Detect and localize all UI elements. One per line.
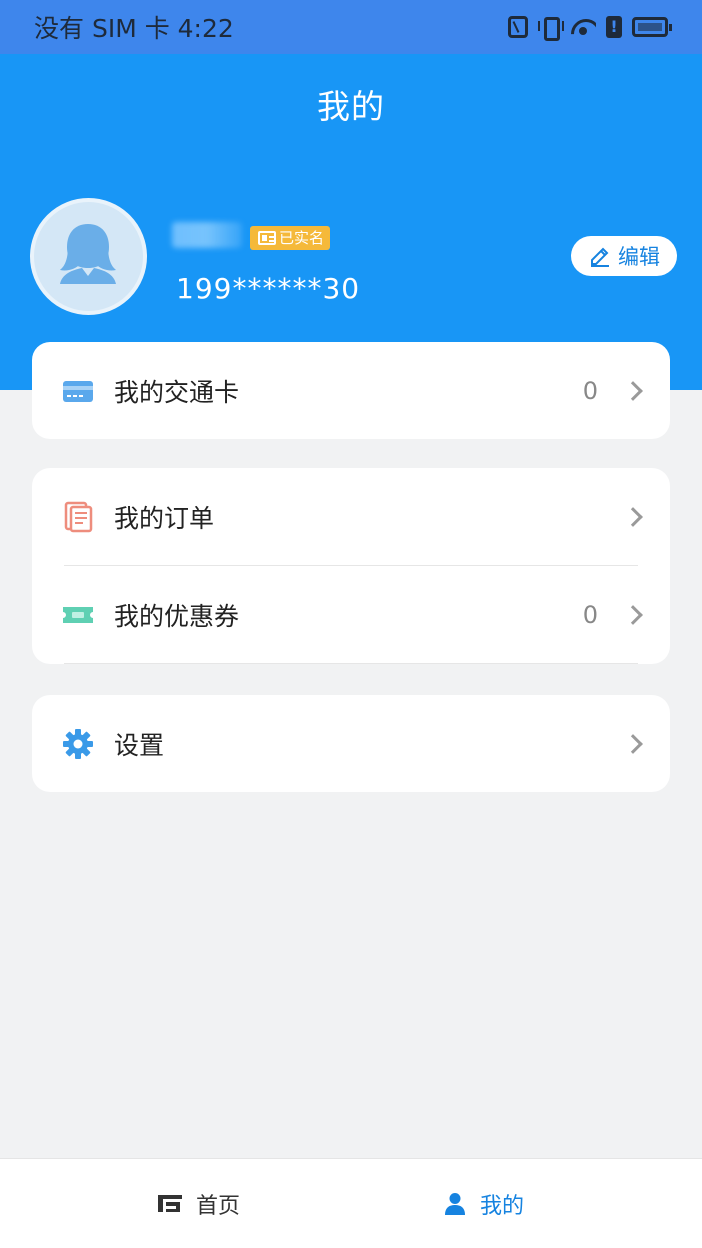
chevron-right-icon [623,380,643,401]
tab-home[interactable]: 首页 [158,1159,240,1248]
id-card-icon [258,231,276,245]
avatar[interactable] [30,198,147,315]
menu-item-orders[interactable]: 我的订单 [32,468,670,565]
bottom-nav: 首页 我的 [0,1158,702,1248]
orders-label: 我的订单 [114,503,215,533]
edit-label: 编辑 [618,245,660,269]
tab-home-label: 首页 [196,1194,241,1219]
gear-icon [63,728,93,759]
edit-button[interactable]: 编辑 [571,236,677,276]
settings-section: 设置 [32,695,670,792]
battery-icon [632,17,672,37]
status-icons: ! [508,16,672,41]
chevron-right-icon [623,506,643,527]
person-icon [445,1193,465,1215]
verified-badge: 已实名 [250,226,331,250]
transit-card-count: 0 [582,376,598,405]
document-icon [64,501,93,532]
coupons-count: 0 [582,600,598,629]
chevron-right-icon [623,604,643,625]
tab-mine-label: 我的 [480,1194,525,1219]
transit-card-label: 我的交通卡 [114,377,240,407]
home-logo-icon [158,1195,182,1212]
orders-coupons-section: 我的订单 我的优惠券 0 [32,468,670,664]
nfc-icon [508,16,528,38]
chevron-right-icon [623,733,643,754]
phone-number: 199******30 [176,272,361,305]
status-carrier-time: 没有 SIM 卡 4:22 [34,14,234,43]
menu-item-coupons[interactable]: 我的优惠券 0 [32,566,670,663]
page-title: 我的 [317,87,385,126]
alert-icon: ! [606,16,622,38]
status-bar: 没有 SIM 卡 4:22 ! [0,0,702,54]
menu-item-transit-card[interactable]: 我的交通卡 0 [32,342,670,439]
credit-card-icon [63,380,93,402]
vibrate-icon [538,16,564,41]
tab-mine[interactable]: 我的 [444,1159,524,1248]
verified-label: 已实名 [279,229,325,247]
edit-pen-icon [591,247,609,267]
transit-card-section: 我的交通卡 0 [32,342,670,439]
user-silhouette-icon [60,224,116,284]
wifi-icon [570,17,596,37]
coupons-label: 我的优惠券 [114,601,240,631]
user-name-blurred [172,222,242,248]
coupon-ticket-icon [63,606,93,623]
settings-label: 设置 [114,730,165,760]
divider [64,663,638,664]
menu-item-settings[interactable]: 设置 [32,695,670,792]
